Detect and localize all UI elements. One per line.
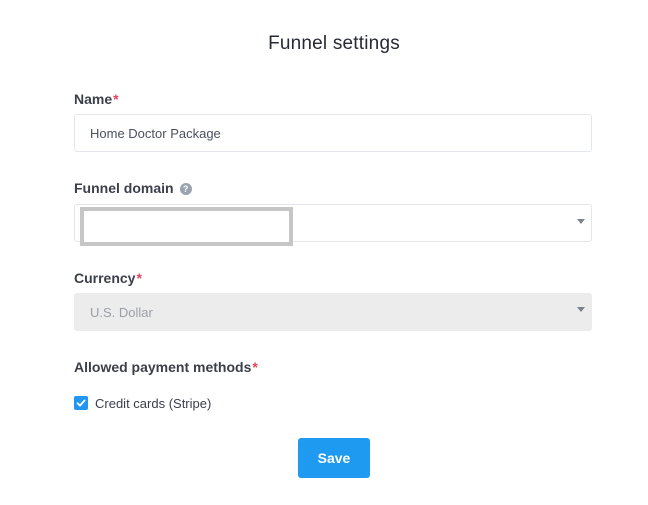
- funnel-settings-page: Funnel settings Name* Home Doctor Packag…: [0, 0, 648, 505]
- name-input[interactable]: Home Doctor Package: [74, 114, 592, 152]
- question-circle-icon[interactable]: ?: [179, 183, 192, 195]
- redacted-region: [80, 207, 293, 246]
- funnel-domain-label: Funnel domain?: [74, 180, 192, 196]
- credit-cards-label[interactable]: Credit cards (Stripe): [95, 396, 211, 411]
- name-label: Name*: [74, 91, 119, 107]
- payment-methods-label-text: Allowed payment methods: [74, 359, 252, 375]
- currency-select[interactable]: U.S. Dollar: [74, 293, 592, 331]
- required-mark: *: [113, 91, 119, 107]
- currency-label: Currency*: [74, 270, 142, 286]
- funnel-domain-label-text: Funnel domain: [74, 180, 174, 196]
- chevron-down-icon: [577, 307, 585, 312]
- required-mark: *: [136, 270, 142, 286]
- chevron-down-icon: [577, 219, 585, 224]
- page-title: Funnel settings: [268, 33, 400, 54]
- name-input-value: Home Doctor Package: [90, 126, 221, 141]
- credit-cards-checkbox[interactable]: [74, 396, 88, 410]
- checkmark-icon: [76, 399, 86, 407]
- save-button[interactable]: Save: [298, 438, 370, 478]
- required-mark: *: [252, 359, 258, 375]
- currency-label-text: Currency: [74, 270, 136, 286]
- currency-value: U.S. Dollar: [90, 305, 153, 320]
- name-label-text: Name: [74, 91, 113, 107]
- payment-methods-label: Allowed payment methods*: [74, 359, 258, 375]
